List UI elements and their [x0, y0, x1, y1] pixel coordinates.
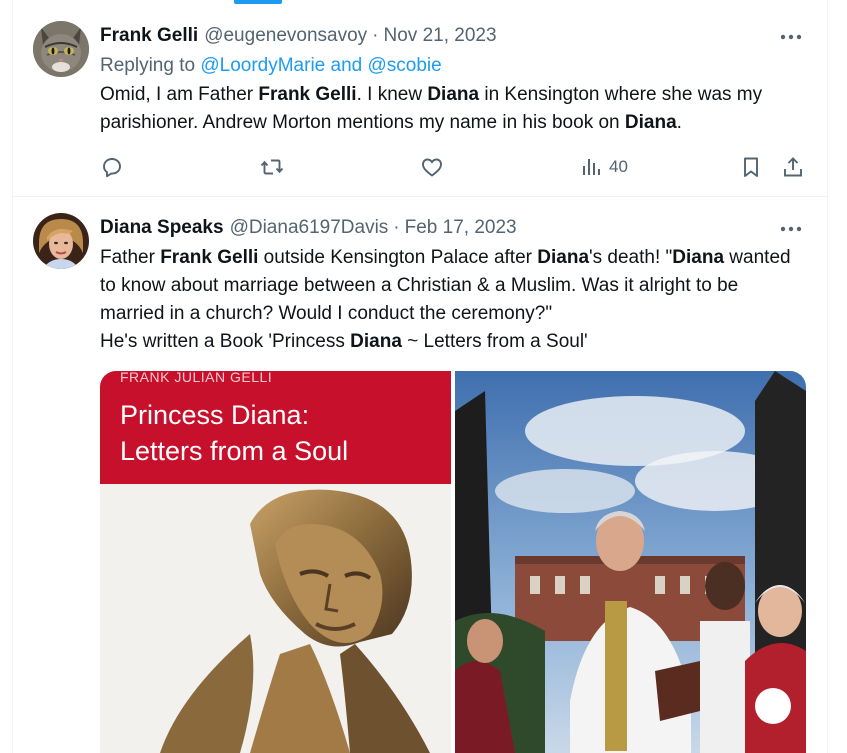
highlight-term: Frank Gelli: [160, 247, 259, 268]
text-span: 's death! ": [589, 247, 673, 268]
book-title-line: Princess Diana:: [120, 400, 310, 430]
replying-to-label: Replying to: [100, 55, 196, 76]
text-span: ~ Letters from a Soul': [401, 331, 588, 352]
tweet-content: Diana Speaks @Diana6197Davis · Feb 17, 2…: [100, 216, 806, 356]
highlight-term: Diana: [537, 247, 590, 268]
more-icon[interactable]: [776, 218, 806, 240]
reply-target-links[interactable]: @LoordyMarie and @scobie: [200, 55, 441, 76]
separator: ·: [372, 25, 379, 46]
portrait-avatar-icon: [33, 213, 89, 269]
kensington-palace-photo: [455, 371, 806, 753]
text-span: Omid, I am Father: [100, 84, 259, 105]
reply-icon: [103, 158, 121, 178]
like-icon: [422, 158, 442, 177]
highlight-term: Frank Gelli: [258, 84, 357, 105]
avatar[interactable]: [33, 21, 89, 77]
text-span: . I knew: [356, 84, 428, 105]
book-title-line: Letters from a Soul: [120, 436, 349, 466]
book-author: FRANK JULIAN GELLI: [120, 371, 273, 385]
author-name[interactable]: Frank Gelli: [100, 25, 198, 47]
avatar[interactable]: [33, 213, 89, 269]
tweet-text: Omid, I am Father Frank Gelli. I knew Di…: [100, 81, 806, 137]
cat-avatar-icon: [33, 21, 89, 77]
views-count: 40: [609, 157, 628, 176]
retweet-button[interactable]: [260, 150, 284, 184]
author-handle[interactable]: @eugenevonsavoy: [204, 25, 367, 47]
bookmark-button[interactable]: [739, 150, 763, 184]
tweet-text: Father Frank Gelli outside Kensington Pa…: [100, 244, 806, 356]
tweet[interactable]: Diana Speaks @Diana6197Davis · Feb 17, 2…: [12, 198, 828, 753]
tweet-content: Frank Gelli @eugenevonsavoy · Nov 21, 20…: [100, 24, 806, 137]
highlight-term: Diana: [350, 331, 402, 352]
text-span: outside Kensington Palace after: [258, 247, 538, 268]
tweet-date[interactable]: Feb 17, 2023: [405, 217, 517, 239]
share-button[interactable]: [781, 150, 805, 184]
author-handle[interactable]: @Diana6197Davis: [230, 217, 389, 239]
tweet-header: Frank Gelli @eugenevonsavoy · Nov 21, 20…: [100, 24, 806, 48]
bronze-bust-illustration: [100, 484, 451, 753]
kensington-photo[interactable]: [455, 371, 806, 753]
tab-indicator: [234, 0, 282, 4]
tweet-date[interactable]: Nov 21, 2023: [384, 25, 497, 47]
tweet[interactable]: Frank Gelli @eugenevonsavoy · Nov 21, 20…: [12, 8, 828, 197]
book-cover-image[interactable]: FRANK JULIAN GELLI Princess Diana: Lette…: [100, 371, 451, 753]
share-icon: [784, 157, 802, 177]
separator: ·: [393, 217, 400, 238]
views-icon: [583, 159, 600, 175]
tweet-header: Diana Speaks @Diana6197Davis · Feb 17, 2…: [100, 216, 806, 240]
retweet-icon: [260, 159, 284, 175]
views-button[interactable]: 40: [580, 150, 628, 184]
book-title: Princess Diana: Letters from a Soul: [120, 397, 348, 469]
text-span: Father: [100, 247, 161, 268]
reply-button[interactable]: [100, 150, 124, 184]
replying-to: Replying to @LoordyMarie and @scobie: [100, 53, 806, 79]
text-span: He's written a Book 'Princess: [100, 331, 351, 352]
text-span: .: [676, 112, 682, 133]
highlight-term: Diana: [624, 112, 677, 133]
tweet-media[interactable]: FRANK JULIAN GELLI Princess Diana: Lette…: [100, 371, 806, 753]
like-button[interactable]: [420, 150, 444, 184]
author-name[interactable]: Diana Speaks: [100, 217, 224, 239]
highlight-term: Diana: [672, 247, 725, 268]
bookmark-icon: [744, 157, 758, 177]
more-icon[interactable]: [776, 26, 806, 48]
highlight-term: Diana: [427, 84, 480, 105]
tweet-actions: 40: [100, 150, 806, 184]
